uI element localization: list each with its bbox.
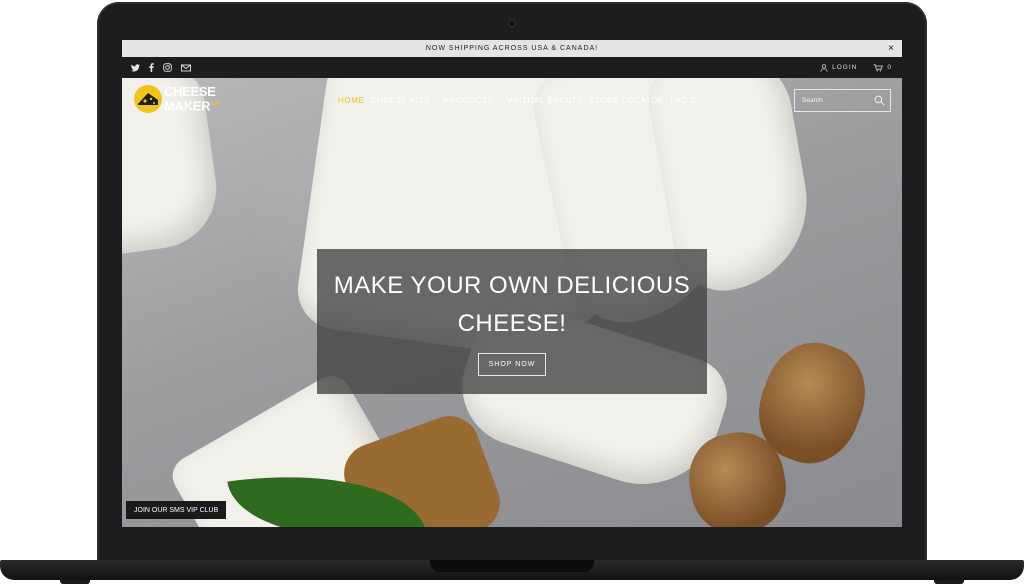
laptop-foot [934, 580, 964, 584]
chevron-down-icon: ⌄ [495, 98, 501, 104]
nav-label: HOME [338, 96, 365, 105]
login-label: LOGIN [832, 64, 858, 71]
nav-item-products[interactable]: PRODUCTS ⌄ [444, 96, 501, 105]
nav-label: PRODUCTS [443, 96, 494, 105]
close-announcement-button[interactable]: × [888, 42, 895, 55]
nav-label: FAQ'S [670, 96, 697, 105]
cart-link[interactable]: 0 [873, 63, 892, 72]
webcam [509, 20, 515, 26]
site-logo[interactable]: CHEESE MAKER.CA [134, 85, 220, 113]
logo-suffix: .CA [210, 100, 220, 107]
nav-item-faqs[interactable]: FAQ'S [670, 96, 696, 105]
cart-icon [873, 63, 884, 71]
nav-item-cheese-kits[interactable]: CHEESE KITS ⌄ [370, 96, 437, 105]
nav-item-home[interactable]: HOME [338, 96, 364, 105]
search-box [794, 89, 891, 112]
announcement-text: NOW SHIPPING ACROSS USA & CANADA! [425, 45, 599, 52]
nav-label: VIRTUAL EVENTS [506, 96, 583, 105]
hero-headline: MAKE YOUR OWN DELICIOUS CHEESE! [333, 272, 691, 337]
chevron-down-icon: ⌄ [431, 98, 438, 104]
social-links [131, 63, 191, 72]
shop-now-button[interactable]: SHOP NOW [477, 353, 547, 376]
nav-item-store-locator[interactable]: STORE LOCATOR [589, 96, 664, 105]
search-icon[interactable] [874, 95, 885, 106]
logo-line-2: MAKER [164, 98, 211, 114]
search-input[interactable] [800, 96, 874, 105]
hero-banner: MAKE YOUR OWN DELICIOUS CHEESE! SHOP NOW [317, 249, 707, 394]
nav-item-virtual-events[interactable]: VIRTUAL EVENTS [507, 96, 583, 105]
cart-count: 0 [887, 64, 892, 71]
facebook-icon[interactable] [149, 63, 154, 72]
announcement-bar: NOW SHIPPING ACROSS USA & CANADA! × [122, 40, 902, 57]
cheese-logo-icon [134, 85, 162, 113]
logo-line-1: CHEESE [164, 83, 216, 99]
mail-icon[interactable] [181, 64, 191, 72]
nav-label: STORE LOCATOR [588, 96, 665, 105]
hero-section: CHEESE MAKER.CA HOME CHEESE KITS ⌄ PRODUC… [122, 78, 902, 527]
top-utility-bar: LOGIN 0 [122, 57, 902, 78]
laptop-notch [430, 560, 594, 572]
nav-label: CHEESE KITS [370, 96, 430, 105]
twitter-icon[interactable] [131, 63, 140, 72]
browser-screen: NOW SHIPPING ACROSS USA & CANADA! × LOGI… [122, 40, 902, 527]
account-cart-links: LOGIN 0 [820, 63, 892, 72]
main-navigation: HOME CHEESE KITS ⌄ PRODUCTS ⌄ VIRTUAL EVEN… [338, 96, 696, 105]
instagram-icon[interactable] [163, 63, 172, 72]
sms-vip-club-button[interactable]: JOIN OUR SMS VIP CLUB [126, 501, 227, 519]
login-link[interactable]: LOGIN [820, 63, 858, 72]
laptop-foot [60, 580, 90, 584]
logo-wordmark: CHEESE MAKER.CA [164, 83, 220, 114]
user-icon [820, 63, 828, 72]
